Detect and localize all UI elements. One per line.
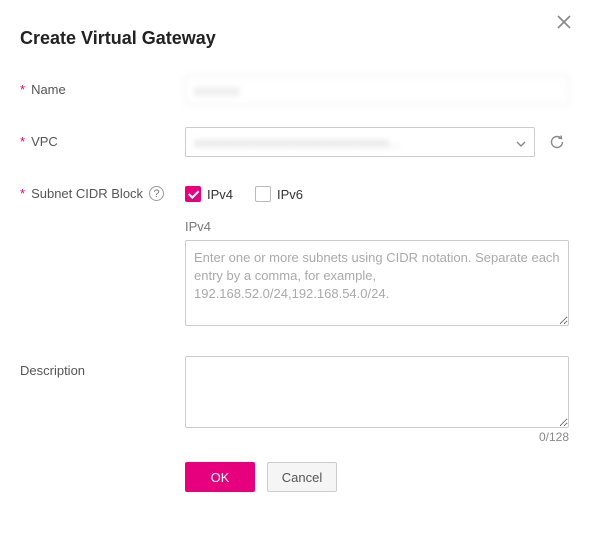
description-char-counter: 0/128 — [185, 430, 569, 444]
row-description: Description 0/128 — [20, 356, 569, 444]
vpc-select[interactable]: xxxxxxxxxxxxxxxxxxxxxxxxxxxxxx... — [185, 127, 535, 157]
label-name-text: Name — [31, 82, 66, 97]
vpc-select-value: xxxxxxxxxxxxxxxxxxxxxxxxxxxxxx... — [194, 135, 510, 150]
checkbox-icon — [185, 186, 201, 202]
required-marker: * — [20, 82, 25, 97]
row-vpc: * VPC xxxxxxxxxxxxxxxxxxxxxxxxxxxxxx... — [20, 127, 569, 157]
required-marker: * — [20, 134, 25, 149]
description-textarea[interactable] — [185, 356, 569, 428]
required-marker: * — [20, 186, 25, 201]
label-subnet-text: Subnet CIDR Block — [31, 186, 143, 201]
dialog-title: Create Virtual Gateway — [20, 28, 569, 49]
ipv6-checkbox[interactable]: IPv6 — [255, 186, 303, 202]
refresh-icon[interactable] — [545, 130, 569, 154]
help-icon[interactable]: ? — [149, 186, 164, 201]
label-description-text: Description — [20, 363, 85, 378]
name-input[interactable] — [185, 75, 569, 105]
label-name: * Name — [20, 75, 185, 97]
chevron-down-icon — [516, 135, 526, 150]
row-subnet: * Subnet CIDR Block ? IPv4 IPv6 IPv4 — [20, 179, 569, 326]
close-icon[interactable] — [557, 14, 571, 32]
ipv6-checkbox-label: IPv6 — [277, 187, 303, 202]
label-description: Description — [20, 356, 185, 378]
ipv4-checkbox[interactable]: IPv4 — [185, 186, 233, 202]
ipv4-checkbox-label: IPv4 — [207, 187, 233, 202]
ipv4-sub-label: IPv4 — [185, 219, 569, 234]
checkbox-icon — [255, 186, 271, 202]
dialog-footer: OK Cancel — [185, 462, 569, 492]
label-subnet: * Subnet CIDR Block ? — [20, 179, 185, 201]
row-name: * Name — [20, 75, 569, 105]
ok-button[interactable]: OK — [185, 462, 255, 492]
cancel-button[interactable]: Cancel — [267, 462, 337, 492]
label-vpc-text: VPC — [31, 134, 58, 149]
label-vpc: * VPC — [20, 127, 185, 149]
subnet-cidr-textarea[interactable] — [185, 240, 569, 326]
